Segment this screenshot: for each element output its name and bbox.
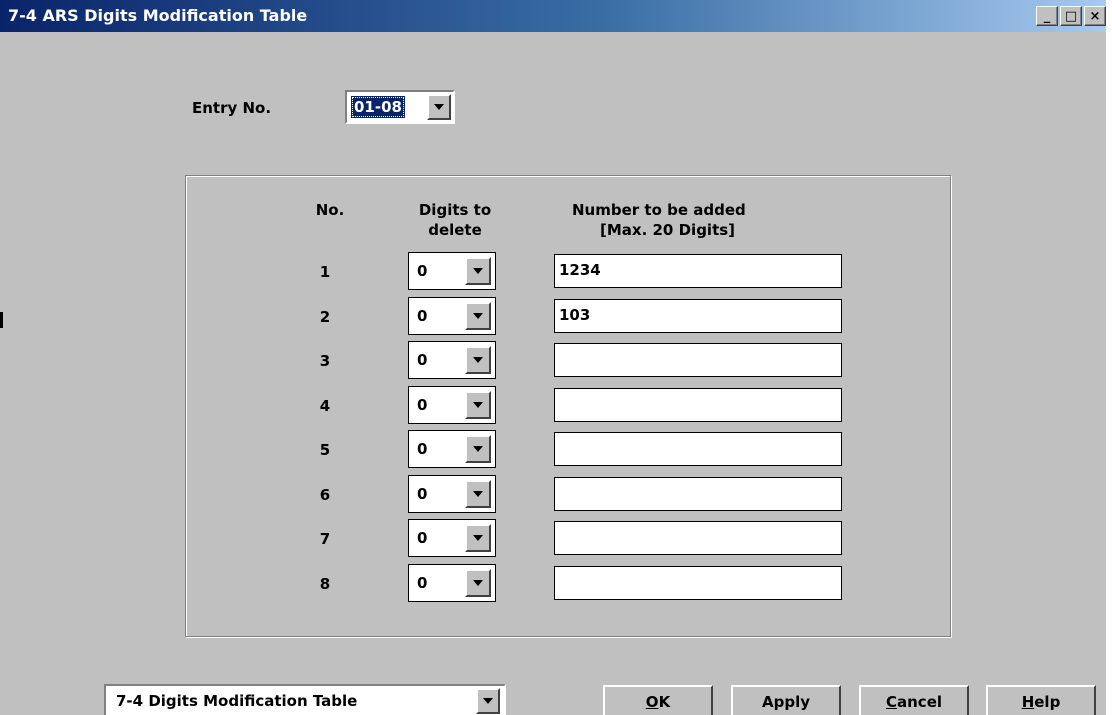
digits-dropdown-button[interactable] [465,391,491,419]
header-number-line2: [Max. 20 Digits] [600,221,736,239]
cancel-button[interactable]: Cancel [859,685,969,715]
row-number: 4 [319,397,331,415]
chevron-down-icon [473,535,483,541]
digits-value: 0 [417,529,428,547]
row-number: 6 [319,486,331,504]
number-field-row-4[interactable] [554,388,842,422]
page-select-dropdown-button[interactable] [476,688,500,714]
apply-label: Apply [761,693,810,711]
header-number-line1: Number to be added [572,201,746,219]
window-controls: _ □ × [1036,6,1106,26]
number-field-row-6[interactable] [554,477,842,511]
row-number: 1 [319,263,331,281]
header-number-to-be-added: Number to be added [Max. 20 Digits] [560,200,820,240]
row-number: 7 [319,530,331,548]
digits-dropdown-button[interactable] [465,569,491,597]
digits-select-row-7[interactable]: 0 [408,519,496,557]
chevron-down-icon [473,491,483,497]
digits-dropdown-button[interactable] [465,480,491,508]
digits-select-row-5[interactable]: 0 [408,430,496,468]
edge-marker [0,312,3,328]
window-title: 7-4 ARS Digits Modification Table [8,6,308,25]
number-field-row-7[interactable] [554,521,842,555]
row-number: 2 [319,308,331,326]
entry-no-value: 01-08 [351,96,405,118]
apply-button[interactable]: Apply [731,685,841,715]
chevron-down-icon [473,268,483,274]
digits-dropdown-button[interactable] [465,302,491,330]
header-digits-line1: Digits to [418,201,492,219]
ok-label: K [658,693,671,711]
entry-no-label: Entry No. [192,99,272,117]
digits-select-row-3[interactable]: 0 [408,341,496,379]
row-number: 5 [319,441,331,459]
chevron-down-icon [473,446,483,452]
close-icon: × [1089,8,1101,24]
chevron-down-icon [473,402,483,408]
entry-no-select[interactable]: 01-08 [345,90,455,124]
digits-dropdown-button[interactable] [465,346,491,374]
number-field-row-5[interactable] [554,432,842,466]
number-field-row-1[interactable]: 1234 [554,254,842,288]
row-number: 3 [319,352,331,370]
digits-value: 0 [417,574,428,592]
title-bar[interactable]: 7-4 ARS Digits Modification Table _ □ × [0,0,1106,32]
header-digits-line2: delete [428,221,482,239]
digits-value: 0 [417,440,428,458]
digits-value: 0 [417,485,428,503]
cancel-mnemonic: C [885,693,897,711]
digits-value: 0 [417,396,428,414]
chevron-down-icon [473,313,483,319]
ok-mnemonic: O [645,693,659,711]
digits-value: 0 [417,351,428,369]
digits-value: 0 [417,307,428,325]
ok-button[interactable]: OK [603,685,713,715]
maximize-icon: □ [1064,8,1078,24]
digits-select-row-6[interactable]: 0 [408,475,496,513]
number-field-row-8[interactable] [554,566,842,600]
entry-no-dropdown-button[interactable] [427,94,451,120]
header-digits-to-delete: Digits to delete [390,200,520,240]
chevron-down-icon [483,698,493,704]
digits-select-row-8[interactable]: 0 [408,564,496,602]
digits-select-row-4[interactable]: 0 [408,386,496,424]
number-field-row-3[interactable] [554,343,842,377]
digits-select-row-1[interactable]: 0 [408,252,496,290]
minimize-button[interactable]: _ [1036,6,1058,26]
digits-dropdown-button[interactable] [465,257,491,285]
cancel-label: ancel [897,693,943,711]
dialog-window: 7-4 ARS Digits Modification Table _ □ × … [0,0,1106,715]
help-label: elp [1034,693,1061,711]
chevron-down-icon [434,104,444,110]
maximize-button[interactable]: □ [1060,6,1082,26]
digits-select-row-2[interactable]: 0 [408,297,496,335]
digits-value: 0 [417,262,428,280]
close-button[interactable]: × [1084,6,1106,26]
page-select[interactable]: 7-4 Digits Modification Table [104,684,506,715]
digits-dropdown-button[interactable] [465,524,491,552]
page-select-value: 7-4 Digits Modification Table [116,692,358,710]
chevron-down-icon [473,580,483,586]
help-mnemonic: H [1021,693,1035,711]
help-button[interactable]: Help [986,685,1096,715]
row-number: 8 [319,575,331,593]
minimize-icon: _ [1043,8,1051,24]
header-no: No. [315,201,345,219]
chevron-down-icon [473,357,483,363]
number-field-row-2[interactable]: 103 [554,299,842,333]
digits-dropdown-button[interactable] [465,435,491,463]
